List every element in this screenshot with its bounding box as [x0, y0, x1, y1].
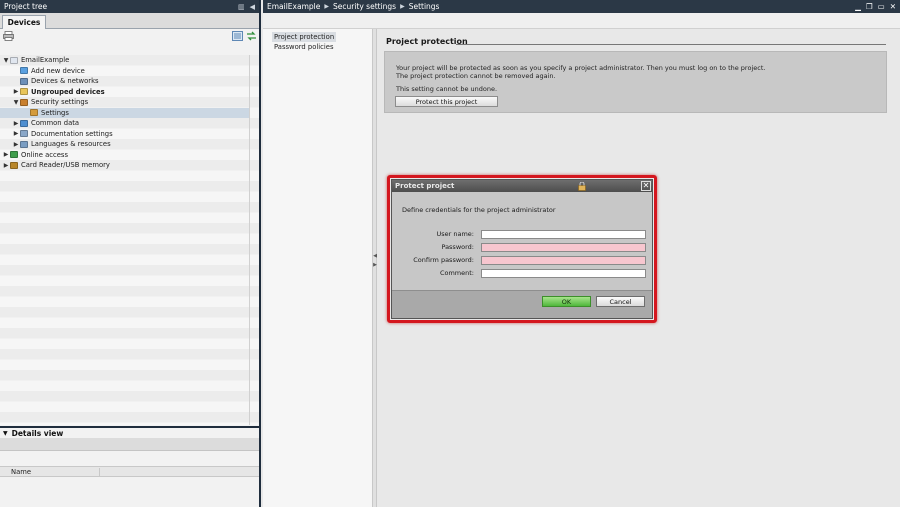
chevron-right-icon[interactable]: ▶: [12, 88, 20, 95]
breadcrumb-settings[interactable]: Settings: [409, 2, 440, 11]
column-header-name[interactable]: Name: [0, 467, 100, 476]
chevron-down-icon[interactable]: ▼: [12, 99, 20, 106]
tree-item[interactable]: ▶ Documentation settings: [0, 129, 249, 140]
breadcrumb: EmailExample ▶ Security settings ▶ Setti…: [267, 2, 439, 11]
tree-item[interactable]: ▼ EmailExample: [0, 55, 249, 66]
dialog-intro: Define credentials for the project admin…: [402, 206, 556, 214]
protection-description: Your project will be protected as soon a…: [396, 64, 766, 80]
tree-node-icon: [20, 119, 28, 127]
tree-item[interactable]: ▶ Online access: [0, 150, 249, 161]
comment-label: Comment:: [439, 269, 474, 277]
tree-item[interactable]: ▶ Common data: [0, 118, 249, 129]
tree-item[interactable]: Devices & networks: [0, 76, 249, 87]
collapse-left-icon[interactable]: ◀: [250, 3, 255, 11]
splitter-grip-icon[interactable]: ◀ ▶: [373, 252, 377, 280]
details-view-header[interactable]: ▼ Details view: [0, 426, 259, 438]
ok-button[interactable]: OK: [542, 296, 591, 307]
tree-node-icon: [20, 88, 28, 96]
chevron-right-icon[interactable]: ▶: [12, 141, 20, 148]
protect-project-dialog: Protect project ✕ Define credentials for…: [391, 179, 653, 319]
tree-item[interactable]: Settings: [0, 107, 249, 118]
tree-toolbar: [0, 29, 259, 43]
password-label: Password:: [441, 243, 474, 251]
tree-item-label: Languages & resources: [31, 140, 111, 149]
tree-item-label: Online access: [21, 150, 68, 159]
project-tree-pane: Project tree ▥ ◀ Devices ▼ EmailExample Ad…: [0, 0, 261, 507]
tree-node-icon: [20, 67, 28, 75]
tree-node-icon: [20, 130, 28, 138]
comment-input[interactable]: [481, 269, 646, 278]
chevron-right-icon[interactable]: ▶: [12, 120, 20, 127]
tree-node-icon: [20, 77, 28, 85]
tree-divider: [249, 55, 250, 425]
project-tree-title: Project tree: [4, 2, 48, 11]
tree-node-icon: [20, 98, 28, 106]
breadcrumb-project[interactable]: EmailExample: [267, 2, 320, 11]
cancel-button[interactable]: Cancel: [596, 296, 645, 307]
dialog-titlebar[interactable]: Protect project: [392, 180, 652, 192]
dialog-title: Protect project: [395, 182, 455, 190]
tree-item-label: EmailExample: [21, 56, 70, 65]
tree-node-icon: [20, 140, 28, 148]
password-input[interactable]: [481, 243, 646, 252]
username-label: User name:: [436, 230, 474, 238]
details-table-header: Name: [0, 466, 259, 477]
tab-strip: Devices: [0, 13, 259, 29]
chevron-right-icon[interactable]: ▶: [12, 130, 20, 137]
tree-node-icon: [30, 109, 38, 117]
chevron-right-icon[interactable]: ▶: [2, 162, 10, 169]
tree-item-label: Security settings: [31, 98, 89, 107]
chevron-down-icon[interactable]: ▼: [2, 57, 10, 64]
tree-item-label: Devices & networks: [31, 77, 99, 86]
tree-item[interactable]: ▶ Ungrouped devices: [0, 87, 249, 98]
tree-item-label: Documentation settings: [31, 129, 113, 138]
breadcrumb-security-settings[interactable]: Security settings: [333, 2, 396, 11]
tree-item[interactable]: ▼ Security settings: [0, 97, 249, 108]
tab-devices[interactable]: Devices: [2, 15, 46, 29]
chevron-down-icon: ▼: [3, 429, 8, 437]
chevron-right-icon: ▶: [324, 3, 329, 10]
protect-project-button[interactable]: Protect this project: [395, 96, 498, 107]
editor-titlebar: EmailExample ▶ Security settings ▶ Setti…: [263, 0, 900, 13]
confirm-password-label: Confirm password:: [413, 256, 474, 264]
tree-item-label: Common data: [31, 119, 80, 128]
project-tree-titlebar: Project tree ▥ ◀: [0, 0, 259, 13]
undo-note: This setting cannot be undone.: [396, 85, 498, 93]
tree-item[interactable]: ▶ Card Reader/USB memory: [0, 160, 249, 171]
tree-node-icon: [10, 151, 18, 159]
tree-node-icon: [10, 56, 18, 64]
pin-icon[interactable]: ▥: [238, 3, 245, 11]
view-overview-icon[interactable]: [232, 31, 243, 41]
chevron-right-icon: ▶: [400, 3, 405, 10]
section-divider: [456, 44, 886, 45]
close-editor-icon[interactable]: ✕: [890, 2, 896, 11]
tree-item[interactable]: Add new device: [0, 66, 249, 77]
float-icon[interactable]: ▭: [878, 2, 885, 11]
details-view-title: Details view: [11, 428, 64, 438]
print-icon[interactable]: [3, 31, 14, 41]
username-input[interactable]: [481, 230, 646, 239]
tree-item-label: Settings: [41, 108, 69, 117]
tree-node-icon: [10, 161, 18, 169]
tree-item-label: Card Reader/USB memory: [21, 161, 110, 170]
chevron-right-icon[interactable]: ▶: [2, 151, 10, 158]
editor-toolbar: [263, 13, 900, 29]
sync-arrows-icon[interactable]: [246, 31, 257, 41]
tree-item[interactable]: ▶ Languages & resources: [0, 139, 249, 150]
dialog-close-icon[interactable]: ✕: [641, 181, 651, 191]
nav-password-policies[interactable]: Password policies: [272, 42, 336, 52]
details-toolbar: [0, 438, 259, 451]
minimize-icon[interactable]: ▁: [855, 2, 861, 11]
restore-icon[interactable]: ❐: [866, 2, 873, 11]
lock-icon: [578, 182, 586, 191]
confirm-password-input[interactable]: [481, 256, 646, 265]
tree-item-label: Add new device: [31, 66, 85, 75]
tree-item-label: Ungrouped devices: [31, 87, 105, 96]
nav-project-protection[interactable]: Project protection: [272, 32, 337, 42]
tree-list: ▼ EmailExample Add new device Devices & net…: [0, 55, 259, 425]
settings-nav: Project protection Password policies: [263, 29, 373, 507]
